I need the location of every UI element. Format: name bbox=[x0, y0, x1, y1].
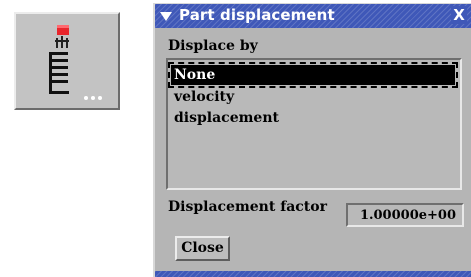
displace-by-listbox[interactable]: None velocity displacement bbox=[166, 58, 462, 190]
window-menu-icon[interactable] bbox=[159, 9, 173, 23]
dialog-bottom-border bbox=[155, 271, 471, 277]
list-item-none[interactable]: None bbox=[168, 62, 458, 88]
close-button[interactable]: Close bbox=[175, 236, 230, 261]
list-item-displacement[interactable]: displacement bbox=[171, 108, 455, 128]
list-item-velocity[interactable]: velocity bbox=[171, 87, 455, 107]
part-displacement-icon bbox=[49, 25, 102, 100]
displace-by-label: Displace by bbox=[168, 38, 258, 54]
displacement-factor-input[interactable] bbox=[346, 203, 464, 227]
close-window-icon[interactable]: X bbox=[451, 6, 467, 24]
displacement-factor-label: Displacement factor bbox=[168, 199, 327, 215]
dialog-titlebar[interactable]: Part displacement X bbox=[155, 4, 471, 28]
part-displacement-dialog: Part displacement X Displace by None vel… bbox=[153, 3, 471, 277]
part-displacement-tool-button[interactable] bbox=[14, 12, 120, 110]
dialog-title: Part displacement bbox=[179, 6, 335, 24]
